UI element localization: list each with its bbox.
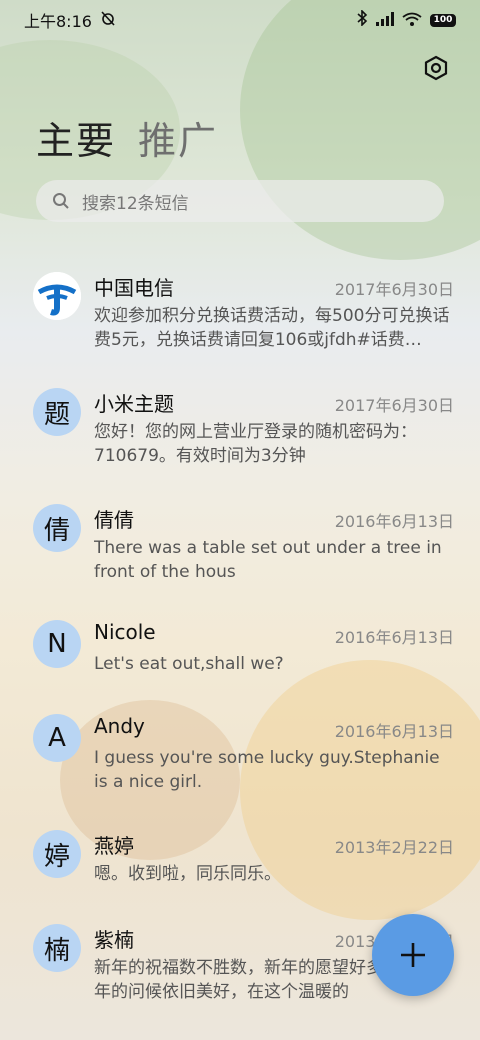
new-message-button[interactable] bbox=[372, 914, 454, 996]
contact-name: 紫楠 bbox=[94, 928, 134, 952]
conversation-row[interactable]: A Andy 2016年6月13日 I guess you're some lu… bbox=[0, 704, 480, 814]
avatar: 婷 bbox=[33, 830, 81, 878]
tab-promotions[interactable]: 推广 bbox=[138, 110, 218, 165]
alarm-off-icon bbox=[100, 10, 116, 30]
gear-icon bbox=[424, 55, 448, 81]
message-snippet: 嗯。收到啦，同乐同乐。 bbox=[94, 864, 281, 884]
message-date: 2016年6月13日 bbox=[334, 722, 454, 741]
message-snippet: 欢迎参加积分兑换话费活动，每500分可兑换话费5元，兑换话费请回复106或jfd… bbox=[94, 306, 450, 350]
contact-name: Nicole bbox=[94, 620, 156, 644]
contact-name: 倩倩 bbox=[94, 508, 134, 532]
avatar: 题 bbox=[33, 388, 81, 436]
wifi-icon bbox=[402, 11, 422, 30]
message-snippet: Let's eat out,shall we? bbox=[94, 654, 284, 674]
avatar: 倩 bbox=[33, 504, 81, 552]
bluetooth-icon bbox=[356, 9, 368, 30]
conversation-row[interactable]: 题 小米主题 2017年6月30日 您好！您的网上营业厅登录的随机密码为：710… bbox=[0, 378, 480, 488]
china-telecom-logo-icon bbox=[33, 272, 81, 320]
contact-name: Andy bbox=[94, 714, 145, 738]
conversation-row[interactable]: 中国电信 2017年6月30日 欢迎参加积分兑换话费活动，每500分可兑换话费5… bbox=[0, 262, 480, 372]
tab-bar: 主要 推广 bbox=[36, 110, 218, 165]
search-input[interactable]: 搜索12条短信 bbox=[36, 180, 444, 222]
search-icon bbox=[52, 192, 70, 210]
message-date: 2017年6月30日 bbox=[334, 396, 454, 415]
message-date: 2017年6月30日 bbox=[334, 280, 454, 299]
message-date: 2016年6月13日 bbox=[334, 628, 454, 647]
conversation-row[interactable]: 倩 倩倩 2016年6月13日 There was a table set ou… bbox=[0, 494, 480, 604]
settings-button[interactable] bbox=[420, 52, 452, 84]
avatar: 楠 bbox=[33, 924, 81, 972]
avatar: A bbox=[33, 714, 81, 762]
signal-icon bbox=[376, 11, 394, 30]
message-date: 2013年2月22日 bbox=[334, 838, 454, 857]
search-placeholder: 搜索12条短信 bbox=[82, 193, 189, 214]
message-snippet: There was a table set out under a tree i… bbox=[94, 538, 442, 582]
contact-name: 燕婷 bbox=[94, 834, 134, 858]
plus-icon bbox=[401, 943, 425, 967]
battery-icon: 100 bbox=[430, 13, 456, 27]
message-snippet: I guess you're some lucky guy.Stephanie … bbox=[94, 748, 440, 792]
message-date: 2016年6月13日 bbox=[334, 512, 454, 531]
message-snippet: 您好！您的网上营业厅登录的随机密码为：710679。有效时间为3分钟 bbox=[94, 422, 417, 466]
status-bar: 上午8:16 100 bbox=[0, 0, 480, 40]
avatar: N bbox=[33, 620, 81, 668]
contact-name: 小米主题 bbox=[94, 392, 174, 416]
status-time: 上午8:16 bbox=[24, 12, 92, 31]
contact-name: 中国电信 bbox=[94, 276, 174, 300]
tab-primary[interactable]: 主要 bbox=[36, 110, 116, 165]
